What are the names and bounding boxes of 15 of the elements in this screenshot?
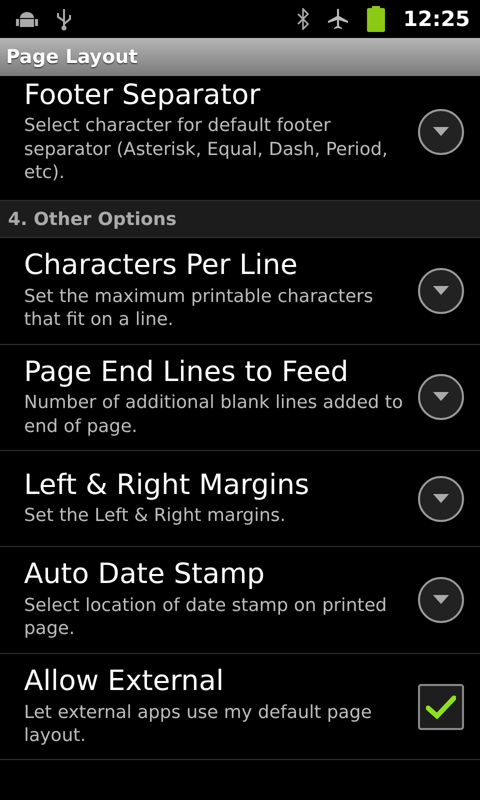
setting-title: Characters Per Line [24, 250, 299, 281]
setting-title: Left & Right Margins [24, 470, 310, 500]
setting-summary: Select character for default footer separator (Asterisk, Equal, Dash, Period, etc). [24, 114, 389, 184]
setting-summary: Number of additional blank lines added to end of page. [24, 391, 404, 438]
clock: 12:25 [403, 7, 470, 31]
setting-title: Page End Lines to Feed [24, 356, 350, 388]
setting-title: Auto Date Stamp [24, 559, 266, 590]
setting-summary: Set the Left & Right margins. [24, 504, 287, 528]
screen-title: Page Layout [6, 46, 138, 68]
setting-summary: Set the maximum printable characters that fit on a line. [24, 284, 374, 332]
setting-summary: Let external apps use my default page layout. [24, 700, 373, 748]
setting-title: Allow External [24, 666, 225, 697]
setting-title: Footer Separator [24, 80, 262, 110]
setting-summary: Select location of date stamp on printed page. [24, 594, 388, 641]
section-header: 4. Other Options [8, 208, 177, 230]
